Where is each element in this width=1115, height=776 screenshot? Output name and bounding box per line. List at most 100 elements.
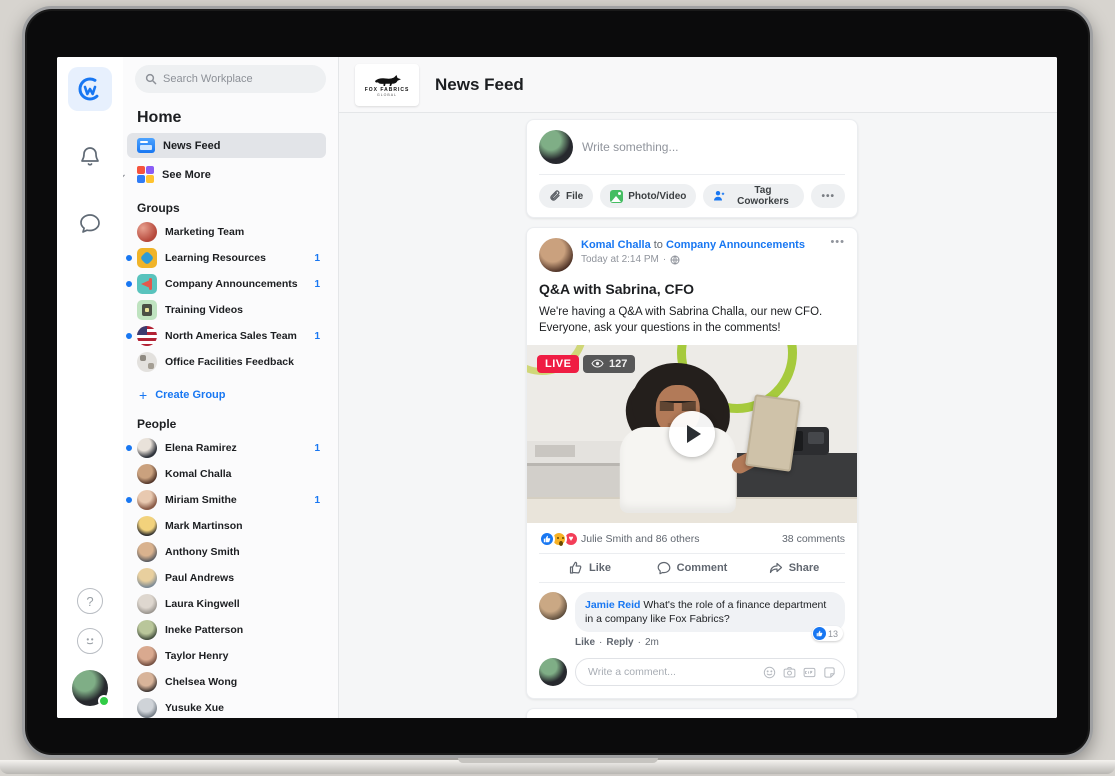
eye-icon xyxy=(591,359,604,368)
comment-like-count: 13 xyxy=(827,628,838,639)
post-author-avatar[interactable] xyxy=(539,238,573,272)
search-input[interactable] xyxy=(163,73,303,85)
file-button[interactable]: File xyxy=(539,184,594,208)
reactions-summary[interactable]: Julie Smith and 86 others xyxy=(581,533,699,545)
comment-like-link[interactable]: Like xyxy=(575,637,595,648)
sidebar-group-office-facilities[interactable]: Office Facilities Feedback xyxy=(127,349,326,375)
sidebar-person-mark-martinson[interactable]: Mark Martinson xyxy=(127,513,326,539)
chat-button[interactable] xyxy=(70,203,110,243)
notifications-button[interactable] xyxy=(70,137,110,177)
comment-author-link[interactable]: Jamie Reid xyxy=(585,599,640,611)
current-user-avatar[interactable] xyxy=(72,670,110,707)
sidebar-item-see-more[interactable]: ⌄ See More xyxy=(123,162,326,187)
person-avatar xyxy=(137,464,157,484)
live-video-player[interactable]: LIVE 127 xyxy=(527,344,857,523)
person-name: Laura Kingwell xyxy=(165,598,240,610)
main-area: FOX FABRICS GLOBAL News Feed Write somet… xyxy=(339,57,1057,718)
company-logo-card[interactable]: FOX FABRICS GLOBAL xyxy=(355,63,419,106)
viewer-count: 127 xyxy=(609,357,628,370)
workplace-logo-button[interactable] xyxy=(68,67,112,111)
comment-author-avatar[interactable] xyxy=(539,591,567,620)
sidebar-group-training-videos[interactable]: Training Videos xyxy=(127,297,326,323)
person-name: Anthony Smith xyxy=(165,546,240,558)
see-more-label: See More xyxy=(162,168,211,181)
sidebar-item-news-feed[interactable]: News Feed xyxy=(127,133,326,158)
current-user-comment-avatar[interactable] xyxy=(539,658,567,687)
composer-input[interactable]: Write something... xyxy=(582,140,678,154)
chevron-down-icon: ⌄ xyxy=(123,169,127,180)
post-qa-sabrina: Komal Challa to Company Announcements To… xyxy=(526,227,858,700)
sidebar-person-ineke-patterson[interactable]: Ineke Patterson xyxy=(127,617,326,643)
comments-count[interactable]: 38 comments xyxy=(782,533,845,545)
post-menu-button[interactable]: ••• xyxy=(830,717,845,718)
sidebar-group-marketing-team[interactable]: Marketing Team xyxy=(127,219,326,245)
dot-separator: · xyxy=(662,253,667,265)
sidebar-person-miriam-smithe[interactable]: Miriam Smithe 1 xyxy=(126,487,326,513)
like-button[interactable]: Like xyxy=(539,554,641,582)
brand-subtitle: GLOBAL xyxy=(376,92,397,97)
like-reaction-icon xyxy=(539,530,555,547)
composer-more-button[interactable]: ••• xyxy=(811,184,845,208)
sidebar: Home News Feed ⌄ See More Groups Marketi… xyxy=(123,57,339,718)
sidebar-person-elena-ramirez[interactable]: Elena Ramirez 1 xyxy=(126,435,326,461)
photo-video-button[interactable]: Photo/Video xyxy=(600,184,697,208)
groups-heading: Groups xyxy=(137,201,180,215)
comment-input[interactable] xyxy=(588,666,763,679)
person-avatar xyxy=(137,568,157,588)
photo-label: Photo/Video xyxy=(628,190,687,202)
person-avatar xyxy=(137,698,157,718)
comment-label: Comment xyxy=(676,561,728,574)
sidebar-group-learning-resources[interactable]: Learning Resources 1 xyxy=(126,245,326,271)
comment-reply-link[interactable]: Reply xyxy=(606,637,633,648)
create-group-button[interactable]: + Create Group xyxy=(139,387,326,403)
person-avatar xyxy=(137,516,157,536)
search-bar[interactable] xyxy=(135,65,326,93)
laptop-base-notch xyxy=(458,758,658,763)
like-icon xyxy=(569,561,583,575)
sidebar-person-komal-challa[interactable]: Komal Challa xyxy=(127,461,326,487)
person-avatar xyxy=(137,542,157,562)
post-menu-button[interactable]: ••• xyxy=(830,236,845,248)
composer-avatar[interactable] xyxy=(539,130,573,164)
like-label: Like xyxy=(588,561,611,574)
sidebar-group-north-america-sales[interactable]: North America Sales Team 1 xyxy=(126,323,326,349)
unread-dot xyxy=(126,255,132,261)
feedback-button[interactable] xyxy=(77,628,103,654)
unread-badge: 1 xyxy=(314,252,320,264)
group-avatar xyxy=(137,326,157,346)
reaction-icons[interactable]: ♥ xyxy=(539,530,579,547)
sticker-icon[interactable] xyxy=(823,666,836,679)
sidebar-person-yusuke-xue[interactable]: Yusuke Xue xyxy=(127,695,326,718)
person-name: Yusuke Xue xyxy=(165,702,224,714)
sidebar-person-anthony-smith[interactable]: Anthony Smith xyxy=(127,539,326,565)
sidebar-group-company-announcements[interactable]: Company Announcements 1 xyxy=(126,271,326,297)
live-badge: LIVE xyxy=(537,354,580,373)
post-author-link[interactable]: Komal Challa xyxy=(581,239,651,251)
photo-icon xyxy=(610,189,624,203)
tag-coworkers-button[interactable]: Tag Coworkers xyxy=(703,184,805,208)
camera-icon[interactable] xyxy=(783,666,796,679)
sidebar-person-taylor-henry[interactable]: Taylor Henry xyxy=(127,643,326,669)
play-button[interactable] xyxy=(669,410,715,457)
screen: ? Home News Feed ⌄ See More Grou xyxy=(57,57,1057,718)
sidebar-person-paul-andrews[interactable]: Paul Andrews xyxy=(127,565,326,591)
person-name: Miriam Smithe xyxy=(165,494,237,506)
gif-icon[interactable] xyxy=(803,666,816,679)
share-button[interactable]: Share xyxy=(743,554,845,582)
comment-like-badge[interactable]: 13 xyxy=(811,626,843,642)
sidebar-person-laura-kingwell[interactable]: Laura Kingwell xyxy=(127,591,326,617)
dot-separator: · xyxy=(599,637,603,649)
create-group-label: Create Group xyxy=(155,389,226,401)
composer-card: Write something... File Photo/Video Tag … xyxy=(526,119,858,218)
post-group-link[interactable]: Company Announcements xyxy=(666,239,805,251)
sidebar-person-chelsea-wong[interactable]: Chelsea Wong xyxy=(127,669,326,695)
emoji-icon[interactable] xyxy=(763,666,776,679)
help-button[interactable]: ? xyxy=(77,588,103,614)
unread-badge: 1 xyxy=(314,442,320,454)
comment-button[interactable]: Comment xyxy=(641,554,743,582)
search-icon xyxy=(145,73,157,85)
person-name: Komal Challa xyxy=(165,468,232,480)
bell-icon xyxy=(78,145,102,169)
home-heading: Home xyxy=(137,109,182,126)
tag-person-icon xyxy=(713,190,726,202)
